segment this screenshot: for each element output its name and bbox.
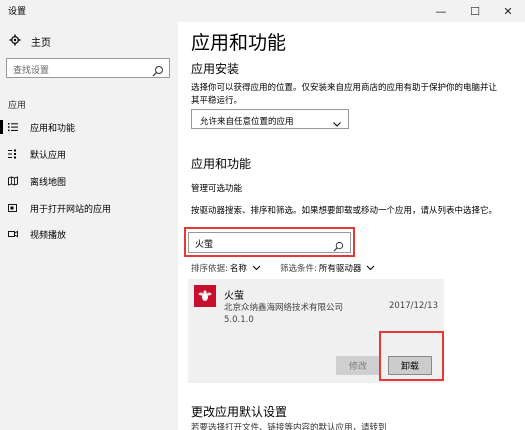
- apps-features-heading: 应用和功能: [191, 157, 252, 171]
- change-defaults-description: 若要选择打开文件、链接等内容的默认应用，请转到: [191, 423, 387, 430]
- install-description: 选择你可以获得应用的位置。仅安装来自应用商店的应用有助于保护你的电脑并让其平稳运…: [191, 83, 498, 106]
- chevron-down-icon: [366, 264, 375, 272]
- main-content: 应用和功能 应用安装 选择你可以获得应用的位置。仅安装来自应用商店的应用有助于保…: [178, 22, 525, 430]
- manage-optional-features-link[interactable]: 管理可选功能: [191, 182, 242, 194]
- window-title: 设置: [8, 7, 27, 17]
- sidebar-item-label: 默认应用: [30, 150, 67, 161]
- search-description: 按驱动器搜索、排序和筛选。如果想要卸载或移动一个应用，请从列表中选择它。: [191, 206, 498, 216]
- sidebar-item-label: 视频播放: [30, 230, 67, 241]
- map-icon: [8, 176, 18, 186]
- app-name: 火萤: [224, 291, 244, 302]
- firefly-app-icon: [194, 285, 216, 307]
- sidebar-item-video-playback[interactable]: 视频播放: [8, 226, 66, 242]
- sort-label: 排序依据:: [191, 264, 228, 274]
- install-source-dropdown[interactable]: 允许来自任意位置的应用: [191, 109, 349, 129]
- default-apps-icon: [8, 149, 18, 159]
- sidebar-item-apps-features[interactable]: 应用和功能: [0, 119, 76, 135]
- sidebar-item-offline-maps[interactable]: 离线地图: [8, 173, 66, 189]
- open-with-icon: [8, 203, 18, 213]
- filter-label: 筛选条件:: [280, 264, 317, 274]
- settings-search-placeholder: 查找设置: [13, 66, 50, 76]
- app-version: 5.0.1.0: [224, 315, 254, 325]
- sidebar-item-default-apps[interactable]: 默认应用: [8, 146, 66, 162]
- app-publisher: 北京众纳鑫海网络技术有限公司: [224, 303, 344, 313]
- minimize-button[interactable]: —: [424, 0, 458, 22]
- sort-by-dropdown[interactable]: 排序依据: 名称: [191, 262, 261, 274]
- sort-value: 名称: [229, 264, 247, 274]
- sidebar-item-label: 用于打开网站的应用: [30, 204, 112, 215]
- search-icon: [152, 62, 164, 77]
- title-bar: 设置 — ☐ ✕: [0, 0, 525, 22]
- change-defaults-heading: 更改应用默认设置: [191, 405, 288, 419]
- home-label: 主页: [31, 38, 51, 49]
- video-icon: [8, 229, 18, 239]
- chevron-down-icon: [252, 264, 261, 272]
- filter-value: 所有驱动器: [318, 264, 362, 274]
- app-install-date: 2017/12/13: [389, 301, 438, 311]
- filter-dropdown[interactable]: 筛选条件: 所有驱动器: [280, 262, 375, 274]
- install-source-value: 允许来自任意位置的应用: [200, 117, 294, 127]
- apps-section-label: 应用: [8, 101, 27, 111]
- uninstall-highlight-box: [379, 331, 444, 381]
- list-icon: [8, 122, 18, 132]
- gear-icon: [8, 34, 22, 49]
- modify-button[interactable]: 修改: [336, 356, 380, 375]
- sidebar: 主页 查找设置 应用 应用和功能 默认应用 离线地图 用于打开网站的应用 视频播…: [0, 22, 178, 430]
- settings-search-input[interactable]: 查找设置: [6, 58, 170, 78]
- install-heading: 应用安装: [191, 62, 240, 76]
- sidebar-item-label: 应用和功能: [30, 123, 76, 134]
- home-link[interactable]: 主页: [8, 34, 51, 49]
- sidebar-item-apps-for-websites[interactable]: 用于打开网站的应用: [8, 200, 111, 216]
- search-highlight-box: [184, 227, 355, 257]
- sidebar-item-label: 离线地图: [30, 177, 67, 188]
- chevron-down-icon: [332, 114, 342, 127]
- maximize-button[interactable]: ☐: [458, 0, 492, 22]
- page-title: 应用和功能: [191, 32, 287, 54]
- close-button[interactable]: ✕: [491, 0, 525, 22]
